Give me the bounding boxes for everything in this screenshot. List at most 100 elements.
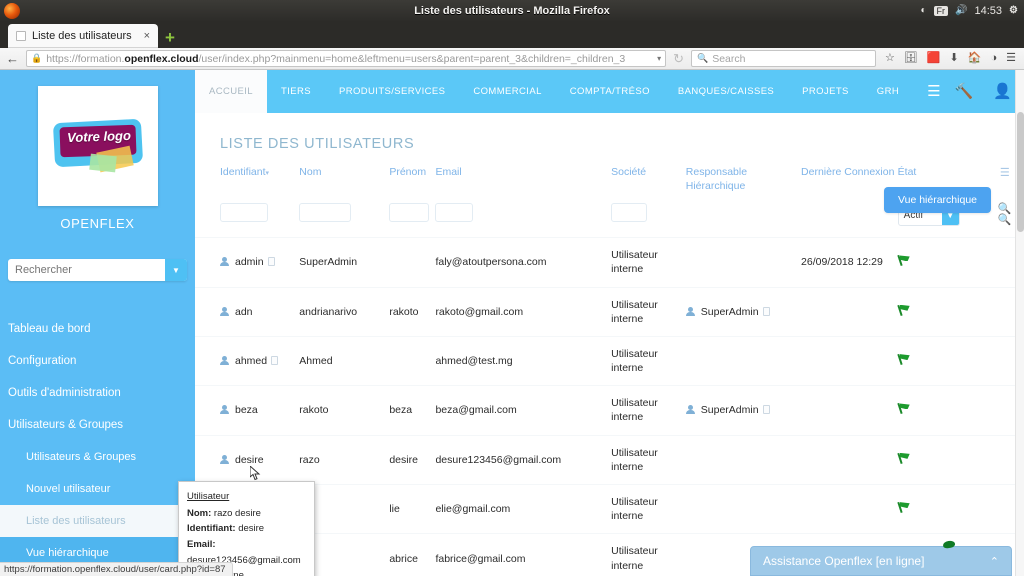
sidebar-subitem-nouvel-utilisateur[interactable]: Nouvel utilisateur: [0, 473, 195, 505]
sidebar-search[interactable]: ▼: [8, 259, 187, 281]
table-row[interactable]: admin SuperAdmin faly@atoutpersona.com U…: [195, 237, 1024, 288]
cell-responsable: [685, 335, 802, 386]
sidebar-subitem-liste-des-utilisateurs[interactable]: Liste des utilisateurs: [0, 505, 195, 537]
user-icon: [220, 257, 229, 267]
table-row[interactable]: desire razo desire desure123456@gmail.co…: [195, 434, 1024, 485]
chevron-up-icon[interactable]: ⌃: [990, 555, 999, 568]
cell-identifiant[interactable]: ahmed: [195, 335, 300, 386]
sync-icon[interactable]: ◑: [990, 53, 997, 64]
browser-search-bar[interactable]: 🔍 Search: [691, 50, 876, 67]
filter-input-identifiant[interactable]: [220, 203, 268, 223]
main-content: LISTE DES UTILISATEURS Vue hiérarchique …: [195, 113, 1024, 576]
card-icon[interactable]: [271, 356, 279, 366]
cell-etat: [897, 385, 986, 436]
cell-email: faly@atoutpersona.com: [435, 237, 612, 288]
close-icon[interactable]: ×: [142, 30, 152, 42]
vue-hierarchique-button[interactable]: Vue hiérarchique: [884, 187, 991, 213]
cell-societe: Utilisateur interne: [611, 385, 686, 436]
column-header-responsable-hierarchique[interactable]: Responsable Hiérarchique: [686, 152, 801, 199]
sidebar-item-utilisateurs-groupes[interactable]: Utilisateurs & Groupes: [0, 409, 195, 441]
url-bar[interactable]: 🔒 https://formation.openflex.cloud/user/…: [26, 50, 667, 67]
page-scrollbar[interactable]: [1015, 70, 1024, 576]
star-icon[interactable]: ☆: [885, 53, 895, 64]
topnav-item-tiers[interactable]: TIERS: [267, 70, 325, 113]
user-icon[interactable]: 👤: [993, 84, 1012, 99]
cell-etat: [897, 286, 986, 337]
table-row[interactable]: adn andrianarivo rakoto rakoto@gmail.com…: [195, 286, 1024, 337]
os-window-titlebar: Liste des utilisateurs - Mozilla Firefox…: [0, 0, 1024, 22]
cell-responsable[interactable]: SuperAdmin: [685, 286, 802, 337]
cell-societe: Utilisateur interne: [611, 335, 686, 386]
reload-button[interactable]: ↻: [671, 51, 686, 67]
keyboard-layout-indicator[interactable]: Fr: [933, 6, 949, 16]
filter-input-societe[interactable]: [611, 203, 648, 223]
clock[interactable]: 14:53: [975, 5, 1003, 17]
back-button[interactable]: ←: [4, 51, 21, 66]
status-flag-icon: [898, 354, 910, 365]
topnav-item-commercial[interactable]: COMMERCIAL: [459, 70, 555, 113]
table-row[interactable]: elie lie elie@gmail.com Utilisateur inte…: [195, 483, 1024, 534]
user-icon: [220, 356, 229, 366]
cell-responsable[interactable]: SuperAdmin: [685, 385, 802, 436]
filter-input-prenom[interactable]: [389, 203, 430, 223]
filter-input-email[interactable]: [435, 203, 474, 223]
volume-icon[interactable]: 🔊: [955, 6, 967, 16]
card-icon[interactable]: [762, 405, 770, 415]
topnav-item-projets[interactable]: PROJETS: [788, 70, 863, 113]
column-header-identifiant[interactable]: Identifiant▾: [195, 152, 299, 199]
topnav-item-grh[interactable]: GRH: [863, 70, 913, 113]
cell-identifiant[interactable]: adn: [195, 286, 300, 337]
cell-derniere-connexion: [801, 483, 898, 534]
card-icon[interactable]: [762, 306, 770, 316]
save-page-icon[interactable]: 🗄: [904, 53, 918, 64]
cell-societe: Utilisateur interne: [611, 533, 686, 576]
chevron-down-icon[interactable]: ▾: [657, 54, 661, 63]
topnav-item-produits-services[interactable]: PRODUITS/SERVICES: [325, 70, 459, 113]
status-flag-icon: [898, 453, 910, 464]
assistance-chat-widget[interactable]: Assistance Openflex [en ligne] ⌃: [750, 540, 1012, 576]
table-row[interactable]: ahmed Ahmed ahmed@test.mg Utilisateur in…: [195, 335, 1024, 386]
table-row[interactable]: beza rakoto beza beza@gmail.com Utilisat…: [195, 385, 1024, 436]
chevron-down-icon[interactable]: ▼: [165, 259, 187, 281]
sidebar-item-outils-administration[interactable]: Outils d'administration: [0, 377, 195, 409]
hamburger-menu-icon[interactable]: ☰: [913, 84, 954, 99]
sidebar-item-tableau-de-bord[interactable]: Tableau de bord: [0, 313, 195, 345]
card-icon[interactable]: [267, 257, 275, 267]
logo-text: Votre logo: [66, 127, 131, 146]
cell-prenom: [389, 335, 436, 386]
gear-icon[interactable]: ⚙: [1009, 6, 1018, 16]
cell-email: desure123456@gmail.com: [435, 434, 612, 485]
sidebar-subitem-utilisateurs-groupes[interactable]: Utilisateurs & Groupes: [0, 441, 195, 473]
cell-prenom: abrice: [389, 533, 436, 576]
cell-etat: [897, 237, 986, 288]
wifi-icon[interactable]: ◐: [921, 6, 927, 16]
cell-nom: SuperAdmin: [299, 237, 390, 288]
tab-favicon-icon: [16, 31, 26, 41]
tools-icon[interactable]: 🔨: [955, 84, 974, 99]
filter-input-nom[interactable]: [299, 203, 352, 223]
cell-identifiant[interactable]: admin: [195, 237, 300, 288]
home-icon[interactable]: 🏠: [968, 53, 982, 64]
sidebar-search-input[interactable]: [8, 259, 165, 281]
new-tab-button[interactable]: +: [165, 29, 175, 46]
cell-nom: razo: [299, 434, 390, 485]
cell-email: fabrice@gmail.com: [435, 533, 612, 576]
column-header-societe[interactable]: Société: [611, 152, 686, 199]
cell-derniere-connexion: [801, 434, 898, 485]
column-header-email[interactable]: Email: [435, 152, 611, 199]
sidebar-item-configuration[interactable]: Configuration: [0, 345, 195, 377]
column-header-prenom[interactable]: Prénom: [389, 152, 435, 199]
scrollbar-thumb[interactable]: [1017, 112, 1024, 232]
cell-identifiant[interactable]: beza: [195, 385, 300, 436]
pocket-icon[interactable]: 🟥: [927, 53, 941, 64]
cell-identifiant[interactable]: desire: [195, 434, 300, 485]
topnav-item-accueil[interactable]: ACCUEIL: [195, 70, 267, 113]
cell-email: beza@gmail.com: [435, 385, 612, 436]
topnav-item-banques-caisses[interactable]: BANQUES/CAISSES: [664, 70, 788, 113]
menu-icon[interactable]: ☰: [1006, 53, 1016, 64]
filter-cell-nom: [299, 199, 389, 238]
column-header-nom[interactable]: Nom: [299, 152, 389, 199]
topnav-item-compta-treso[interactable]: COMPTA/TRÉSO: [556, 70, 664, 113]
browser-tab[interactable]: Liste des utilisateurs ×: [8, 24, 158, 48]
downloads-icon[interactable]: ⬇: [950, 53, 959, 64]
